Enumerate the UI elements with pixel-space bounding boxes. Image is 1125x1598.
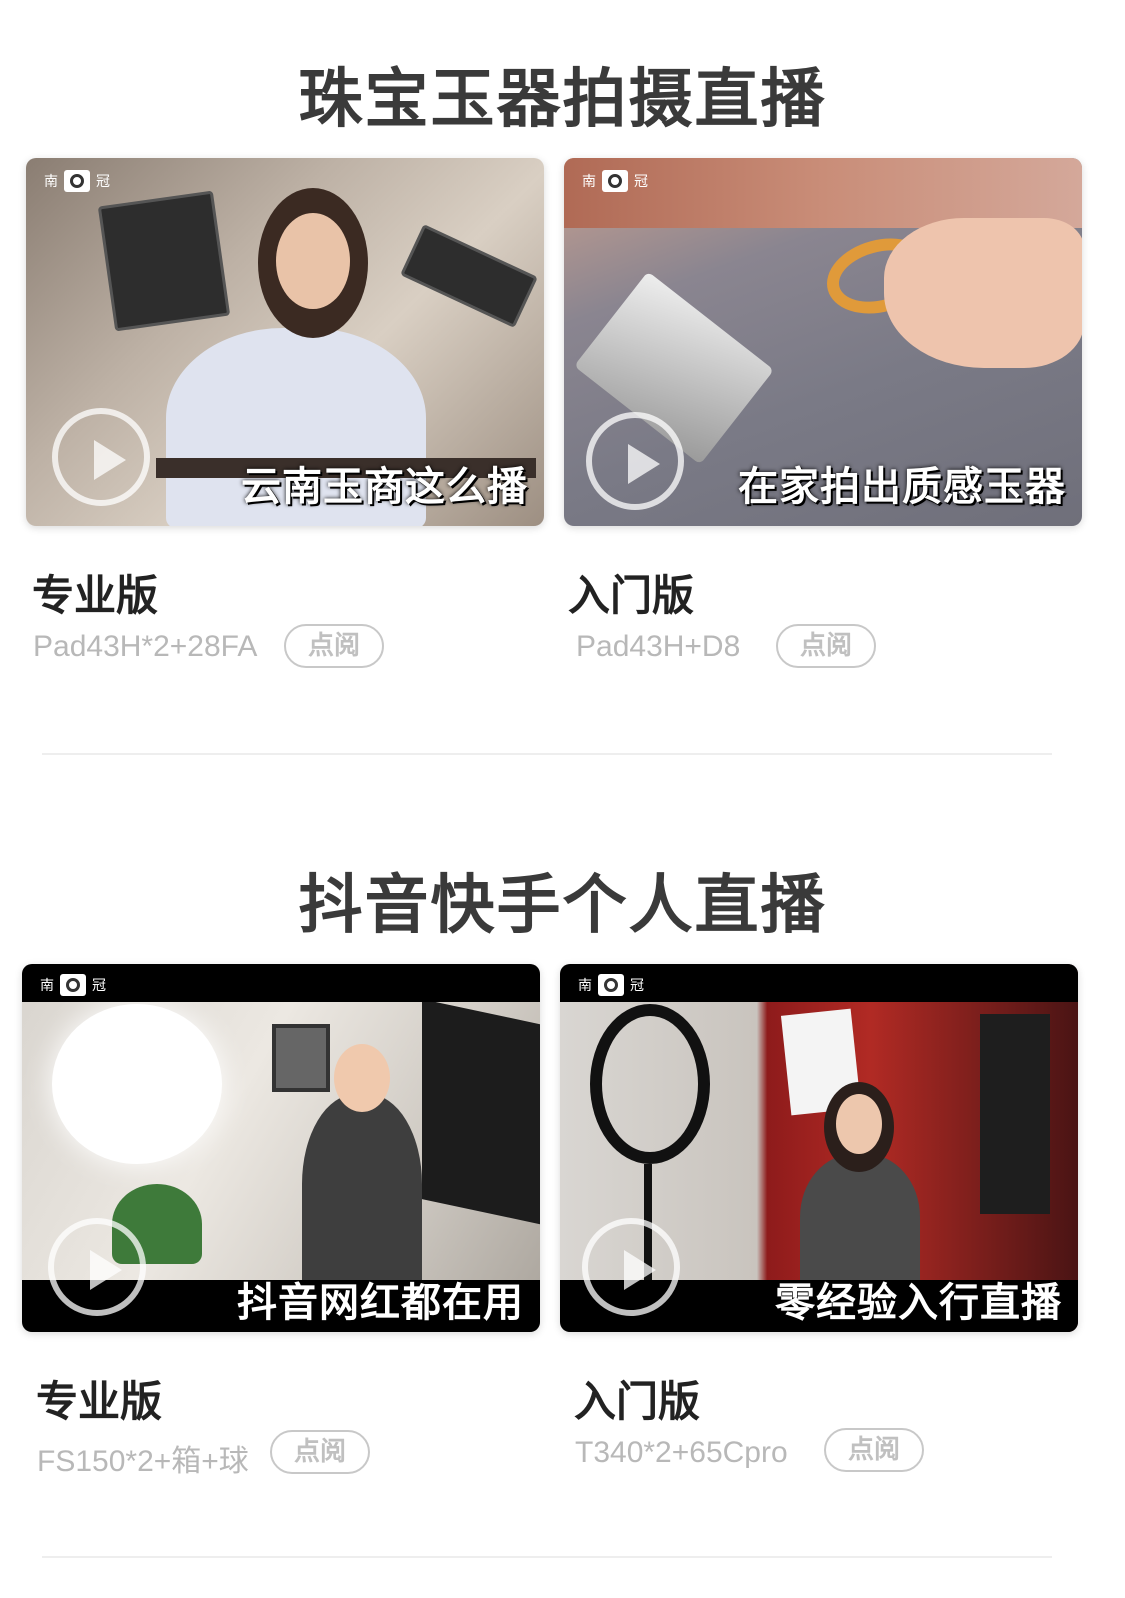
view-button[interactable]: 点阅 (776, 624, 876, 668)
brand-logo-icon: 南 冠 (582, 170, 648, 192)
brand-logo-icon: 南 冠 (40, 974, 106, 996)
ring-light (590, 1004, 710, 1164)
model-label: Pad43H*2+28FA (33, 630, 258, 663)
video-caption: 抖音网红都在用 (237, 1280, 524, 1326)
section-title-livestream: 抖音快手个人直播 (298, 869, 827, 943)
hand (884, 218, 1082, 368)
light-panel (980, 1014, 1050, 1214)
presenter-face (276, 213, 350, 309)
section-divider (42, 1556, 1052, 1558)
light-panel (97, 190, 231, 332)
play-circle-icon[interactable] (52, 408, 150, 506)
video-caption: 零经验入行直播 (775, 1280, 1062, 1326)
softbox-ball (52, 1004, 222, 1164)
model-label: T340*2+65Cpro (575, 1436, 788, 1469)
brand-logo-icon: 南 冠 (578, 974, 644, 996)
brand-logo-icon: 南 冠 (44, 170, 110, 192)
version-label: 专业版 (32, 571, 159, 620)
presenter-face (334, 1044, 390, 1112)
version-label: 入门版 (574, 1377, 701, 1426)
play-circle-icon[interactable] (586, 412, 684, 510)
play-circle-icon[interactable] (582, 1218, 680, 1316)
presenter-face (836, 1094, 882, 1154)
video-caption: 云南玉商这么播 (241, 464, 528, 510)
video-card-livestream-pro[interactable]: 南 冠 抖音网红都在用 (22, 964, 540, 1332)
play-circle-icon[interactable] (48, 1218, 146, 1316)
video-card-jewelry-pro[interactable]: 南 冠 云南玉商这么播 (26, 158, 544, 526)
version-label: 入门版 (568, 571, 695, 620)
view-button[interactable]: 点阅 (270, 1430, 370, 1474)
video-card-livestream-entry[interactable]: 南 冠 零经验入行直播 (560, 964, 1078, 1332)
view-button[interactable]: 点阅 (824, 1428, 924, 1472)
section-title-jewelry: 珠宝玉器拍摄直播 (298, 63, 827, 137)
softbox (422, 999, 540, 1229)
version-label: 专业版 (36, 1377, 163, 1426)
wall-frame (272, 1024, 330, 1092)
model-label: Pad43H+D8 (576, 630, 741, 663)
model-label: FS150*2+箱+球 (37, 1445, 249, 1478)
view-button[interactable]: 点阅 (284, 624, 384, 668)
video-card-jewelry-entry[interactable]: 南 冠 在家拍出质感玉器 (564, 158, 1082, 526)
light-panel (400, 223, 538, 329)
presenter-figure (302, 1094, 422, 1294)
video-caption: 在家拍出质感玉器 (738, 464, 1066, 510)
section-divider (42, 753, 1052, 755)
